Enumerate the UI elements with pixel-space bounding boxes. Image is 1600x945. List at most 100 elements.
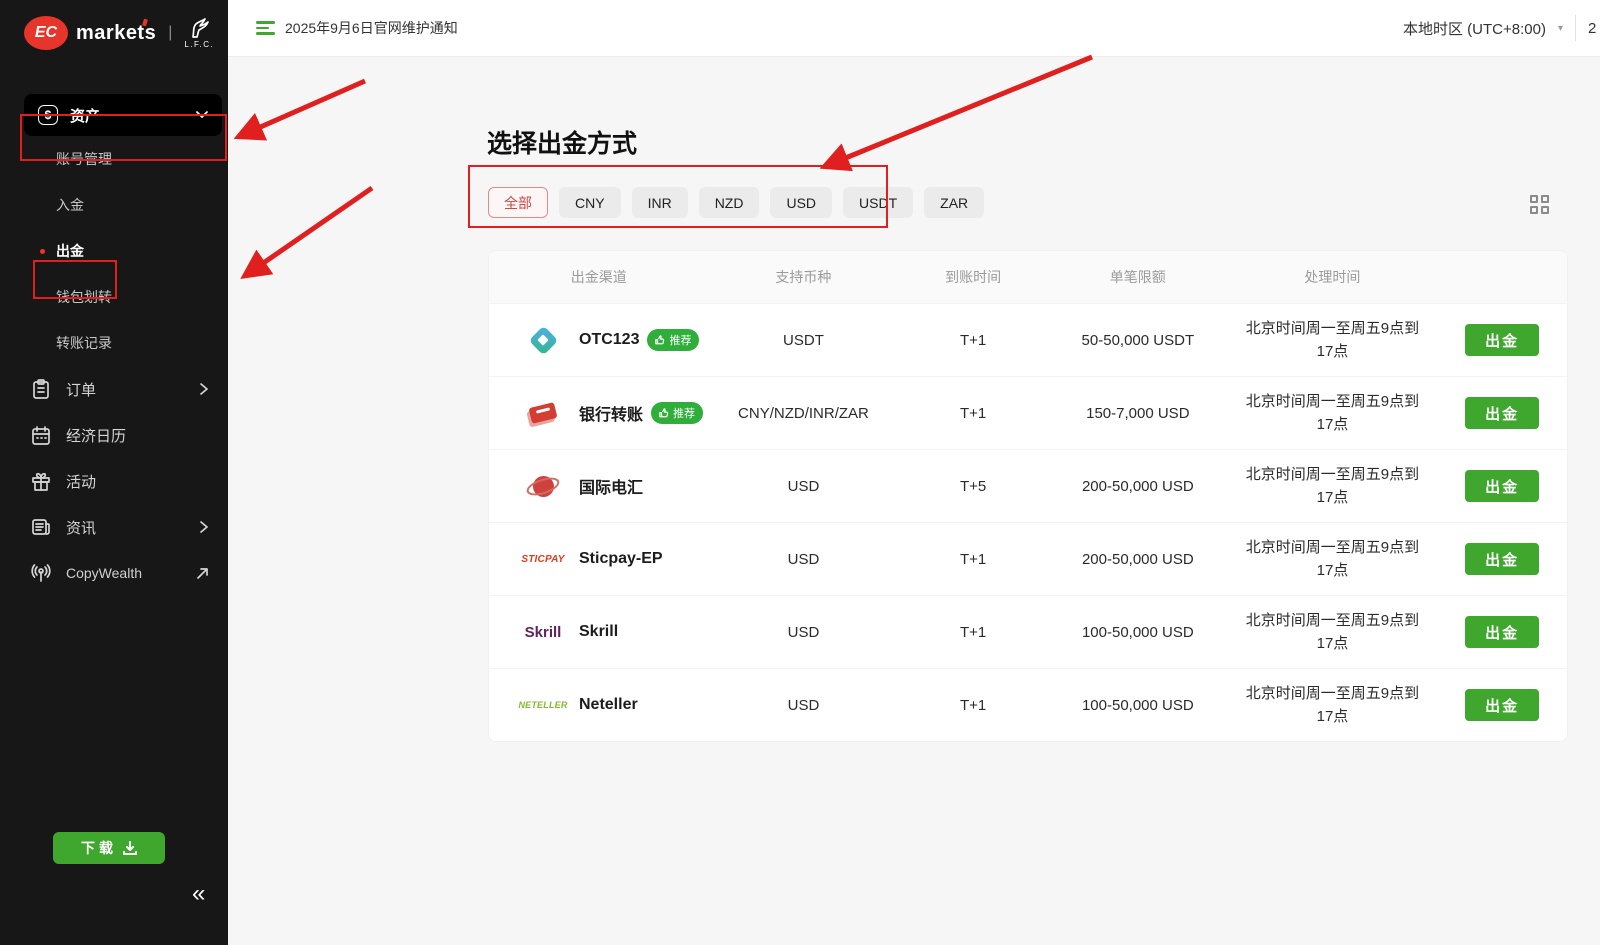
- sidebar-item-assets[interactable]: $ 资产: [24, 94, 222, 136]
- download-label: 下载: [81, 838, 117, 858]
- supported-currencies: USD: [709, 551, 899, 568]
- channel-name: Skrill: [579, 623, 618, 641]
- timezone-caret-icon[interactable]: ▾: [1558, 23, 1563, 34]
- sidebar-item-news[interactable]: 资讯: [0, 504, 228, 550]
- filter-tab-USDT[interactable]: USDT: [843, 187, 913, 218]
- assets-label: 资产: [70, 105, 196, 126]
- table-row: NETELLER Neteller USD T+1 100-50,000 USD…: [489, 668, 1567, 741]
- grid-view-icon[interactable]: [1530, 195, 1552, 217]
- filter-tab-USD[interactable]: USD: [770, 187, 832, 218]
- page-title: 选择出金方式: [487, 124, 637, 160]
- header-limit: 单笔限额: [1048, 267, 1228, 287]
- sidebar-menu: $ 资产 账号管理 入金 出金 钱包划转 转账记录 订单 经济日历: [0, 94, 228, 596]
- withdraw-button[interactable]: 出金: [1465, 616, 1539, 648]
- withdraw-button[interactable]: 出金: [1465, 397, 1539, 429]
- filter-tab-NZD[interactable]: NZD: [699, 187, 760, 218]
- withdraw-button[interactable]: 出金: [1465, 543, 1539, 575]
- chevron-right-icon: [200, 383, 208, 395]
- supported-currencies: USDT: [709, 332, 899, 349]
- filter-tab-全部[interactable]: 全部: [488, 187, 548, 218]
- timezone-selector[interactable]: 本地时区 (UTC+8:00): [1403, 18, 1546, 39]
- arrival-time: T+1: [898, 697, 1048, 714]
- broadcast-icon: [31, 564, 51, 582]
- neteller-wordmark: NETELLER: [518, 700, 567, 710]
- channel-name: OTC123: [579, 331, 639, 349]
- calendar-icon: [32, 426, 50, 445]
- external-link-icon: [197, 568, 208, 579]
- download-icon: [123, 841, 137, 855]
- sidebar-item-transfer-records[interactable]: 转账记录: [0, 320, 228, 366]
- table-row: OTC123 推荐 USDT T+1 50-50,000 USDT 北京时间周一…: [489, 303, 1567, 376]
- badge-label: 推荐: [673, 405, 695, 421]
- download-button[interactable]: 下载: [53, 832, 165, 864]
- menu-item-label: 活动: [66, 471, 208, 492]
- table-row: 国际电汇 USD T+5 200-50,000 USD 北京时间周一至周五9点到…: [489, 449, 1567, 522]
- dollar-icon: $: [38, 105, 58, 125]
- transaction-limit: 150-7,000 USD: [1048, 405, 1228, 422]
- recommended-badge: 推荐: [647, 329, 699, 351]
- supported-currencies: USD: [709, 478, 899, 495]
- lfc-logo: L.F.C.: [184, 17, 214, 49]
- liverbird-icon: [187, 17, 211, 39]
- active-dot: [40, 249, 45, 254]
- announcement-icon: [256, 21, 275, 35]
- neteller-logo: NETELLER: [517, 700, 569, 710]
- transaction-limit: 200-50,000 USD: [1048, 551, 1228, 568]
- sidebar-item-deposit[interactable]: 入金: [0, 182, 228, 228]
- topbar-divider: [1575, 15, 1576, 41]
- bank-logo: [517, 405, 569, 421]
- table-body: OTC123 推荐 USDT T+1 50-50,000 USDT 北京时间周一…: [489, 303, 1567, 741]
- sidebar-item-account-management[interactable]: 账号管理: [0, 136, 228, 182]
- badge-label: 推荐: [669, 332, 691, 348]
- menu-item-label: 资讯: [66, 517, 200, 538]
- filter-tab-ZAR[interactable]: ZAR: [924, 187, 984, 218]
- thumbs-up-icon: [655, 335, 665, 345]
- thumbs-up-icon: [659, 408, 669, 418]
- news-icon: [32, 518, 50, 536]
- arrival-time: T+5: [898, 478, 1048, 495]
- clipped-datetime-text: 2: [1588, 20, 1600, 37]
- table-row: STICPAY Sticpay-EP USD T+1 200-50,000 US…: [489, 522, 1567, 595]
- sidebar-item-orders[interactable]: 订单: [0, 366, 228, 412]
- withdraw-button[interactable]: 出金: [1465, 689, 1539, 721]
- menu-item-label: 经济日历: [66, 425, 208, 446]
- topbar-right: 本地时区 (UTC+8:00) ▾ 2: [1403, 15, 1600, 41]
- arrival-time: T+1: [898, 405, 1048, 422]
- filter-tab-INR[interactable]: INR: [632, 187, 688, 218]
- header-arrival: 到账时间: [898, 267, 1048, 287]
- sub-item-label: 入金: [56, 195, 84, 215]
- processing-time: 北京时间周一至周五9点到17点: [1239, 463, 1425, 510]
- transaction-limit: 100-50,000 USD: [1048, 697, 1228, 714]
- withdraw-button[interactable]: 出金: [1465, 470, 1539, 502]
- supported-currencies: CNY/NZD/INR/ZAR: [709, 405, 899, 422]
- lfc-text: L.F.C.: [184, 40, 214, 49]
- notice-link[interactable]: 2025年9月6日官网维护通知: [256, 18, 458, 38]
- table-header-row: 出金渠道 支持币种 到账时间 单笔限额 处理时间: [489, 251, 1567, 303]
- collapse-sidebar-button[interactable]: «: [192, 882, 205, 906]
- withdraw-button[interactable]: 出金: [1465, 324, 1539, 356]
- sidebar-item-economic-calendar[interactable]: 经济日历: [0, 412, 228, 458]
- sub-item-label: 钱包划转: [56, 287, 112, 307]
- sub-item-label: 转账记录: [56, 333, 112, 353]
- topbar: 2025年9月6日官网维护通知 本地时区 (UTC+8:00) ▾ 2: [228, 0, 1600, 57]
- sidebar-item-withdraw[interactable]: 出金: [0, 228, 228, 274]
- channel-name: Sticpay-EP: [579, 550, 663, 568]
- filter-tab-CNY[interactable]: CNY: [559, 187, 621, 218]
- processing-time: 北京时间周一至周五9点到17点: [1239, 317, 1425, 364]
- header-processing: 处理时间: [1228, 267, 1438, 287]
- sticpay-wordmark: STICPAY: [521, 554, 564, 565]
- otc-logo: [517, 330, 569, 351]
- transaction-limit: 50-50,000 USDT: [1048, 332, 1228, 349]
- channel-name: 国际电汇: [579, 474, 643, 498]
- sidebar-item-wallet-transfer[interactable]: 钱包划转: [0, 274, 228, 320]
- brand-logo: EC markets | L.F.C.: [0, 0, 228, 50]
- sidebar-item-copywealth[interactable]: CopyWealth: [0, 550, 228, 596]
- transaction-limit: 100-50,000 USD: [1048, 624, 1228, 641]
- processing-time: 北京时间周一至周五9点到17点: [1239, 536, 1425, 583]
- processing-time: 北京时间周一至周五9点到17点: [1239, 390, 1425, 437]
- arrival-time: T+1: [898, 624, 1048, 641]
- sticpay-logo: STICPAY: [517, 554, 569, 565]
- header-currencies: 支持币种: [709, 267, 899, 287]
- sidebar-item-activities[interactable]: 活动: [0, 458, 228, 504]
- currency-filter-tabs: 全部 CNY INR NZD USD USDT ZAR: [488, 187, 984, 218]
